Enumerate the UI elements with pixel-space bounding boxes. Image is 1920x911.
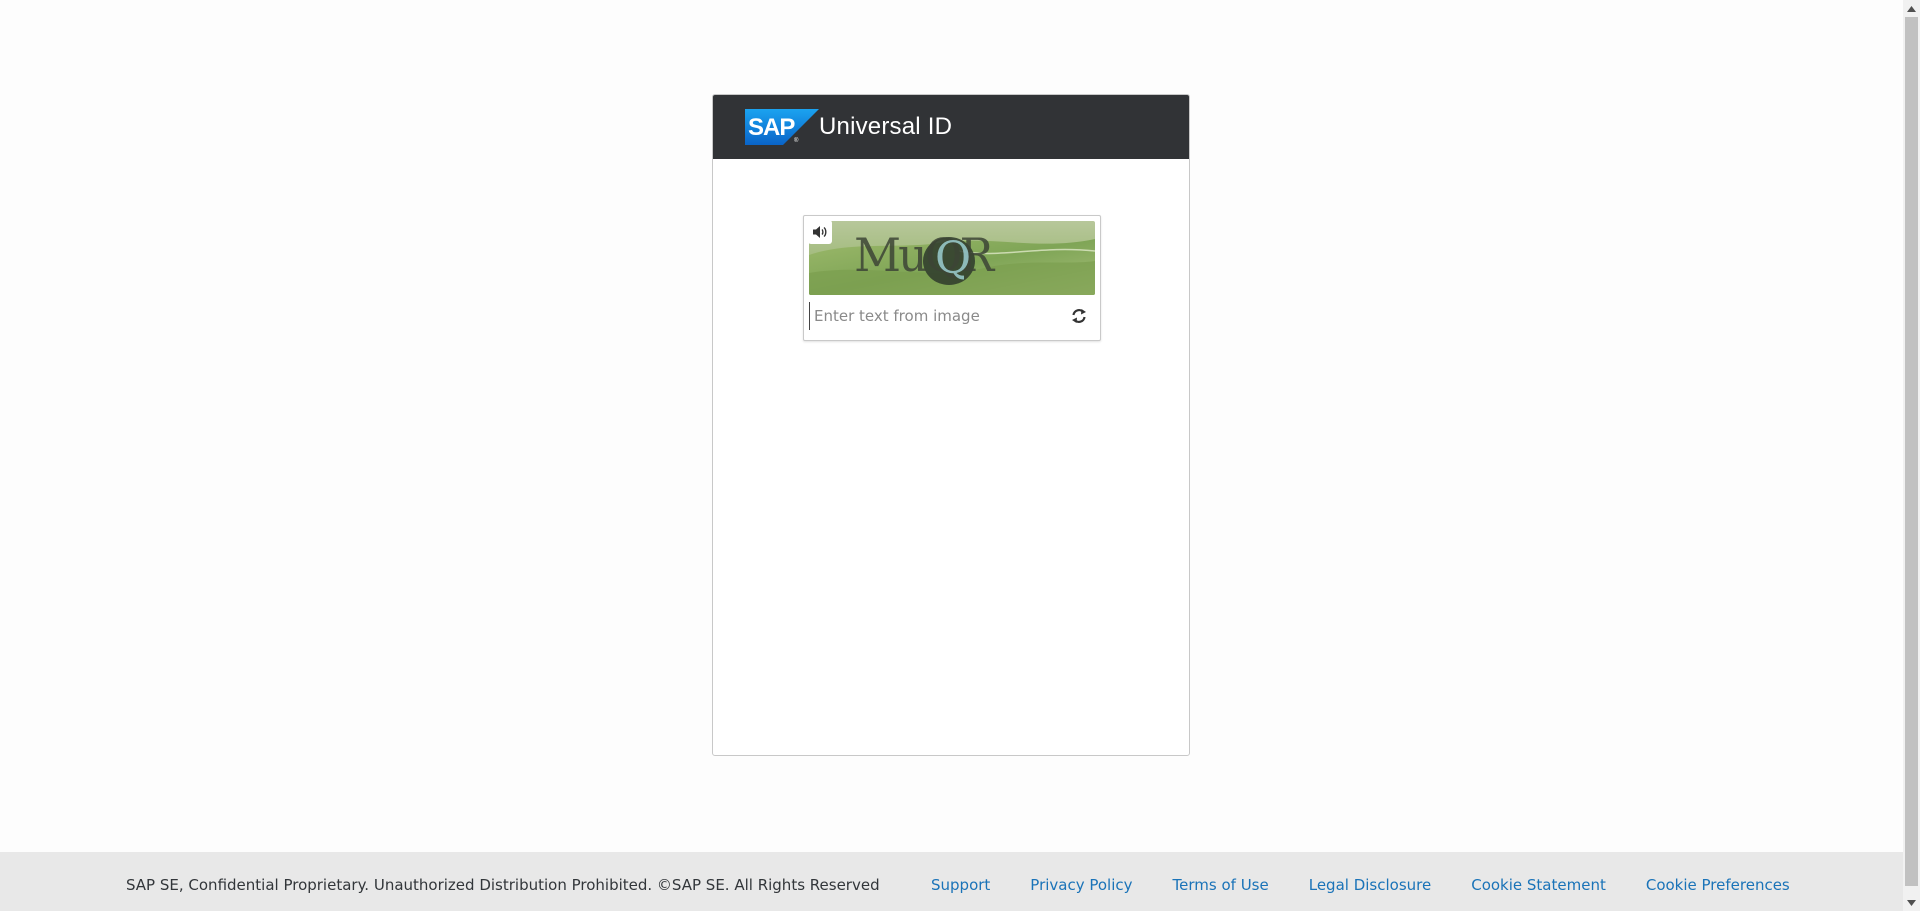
scrollbar-thumb[interactable] (1905, 17, 1918, 886)
footer-link-privacy-policy[interactable]: Privacy Policy (1030, 876, 1132, 894)
footer: SAP SE, Confidential Proprietary. Unauth… (0, 852, 1903, 911)
captcha-widget: MuQR Q (803, 215, 1101, 341)
scroll-up-arrow-icon[interactable] (1903, 0, 1920, 17)
captcha-image: MuQR Q (809, 221, 1095, 295)
login-card: SAP ® Universal ID MuQR Q Enter text fro… (712, 94, 1190, 756)
footer-link-legal-disclosure[interactable]: Legal Disclosure (1309, 876, 1431, 894)
card-header: SAP ® Universal ID (713, 95, 1189, 159)
captcha-input[interactable] (809, 302, 1065, 330)
footer-link-support[interactable]: Support (931, 876, 990, 894)
footer-links: Support Privacy Policy Terms of Use Lega… (931, 876, 1790, 894)
sap-logo: SAP ® (745, 109, 819, 145)
footer-link-cookie-statement[interactable]: Cookie Statement (1471, 876, 1606, 894)
speaker-icon[interactable] (808, 220, 832, 244)
footer-link-cookie-preferences[interactable]: Cookie Preferences (1646, 876, 1790, 894)
brand-title: Universal ID (819, 113, 953, 140)
captcha-text: MuQR (854, 228, 995, 282)
vertical-scrollbar[interactable] (1903, 0, 1920, 911)
sap-logo-text: SAP (748, 114, 795, 141)
footer-link-terms-of-use[interactable]: Terms of Use (1173, 876, 1269, 894)
footer-copyright: SAP SE, Confidential Proprietary. Unauth… (126, 876, 880, 894)
captcha-input-row (809, 300, 1095, 332)
svg-text:Q: Q (935, 233, 971, 284)
main-content: SAP ® Universal ID MuQR Q Enter text fro… (0, 0, 1903, 852)
svg-text:®: ® (794, 137, 799, 144)
scroll-down-arrow-icon[interactable] (1903, 894, 1920, 911)
page: SAP ® Universal ID MuQR Q Enter text fro… (0, 0, 1920, 911)
refresh-icon[interactable] (1065, 302, 1093, 330)
